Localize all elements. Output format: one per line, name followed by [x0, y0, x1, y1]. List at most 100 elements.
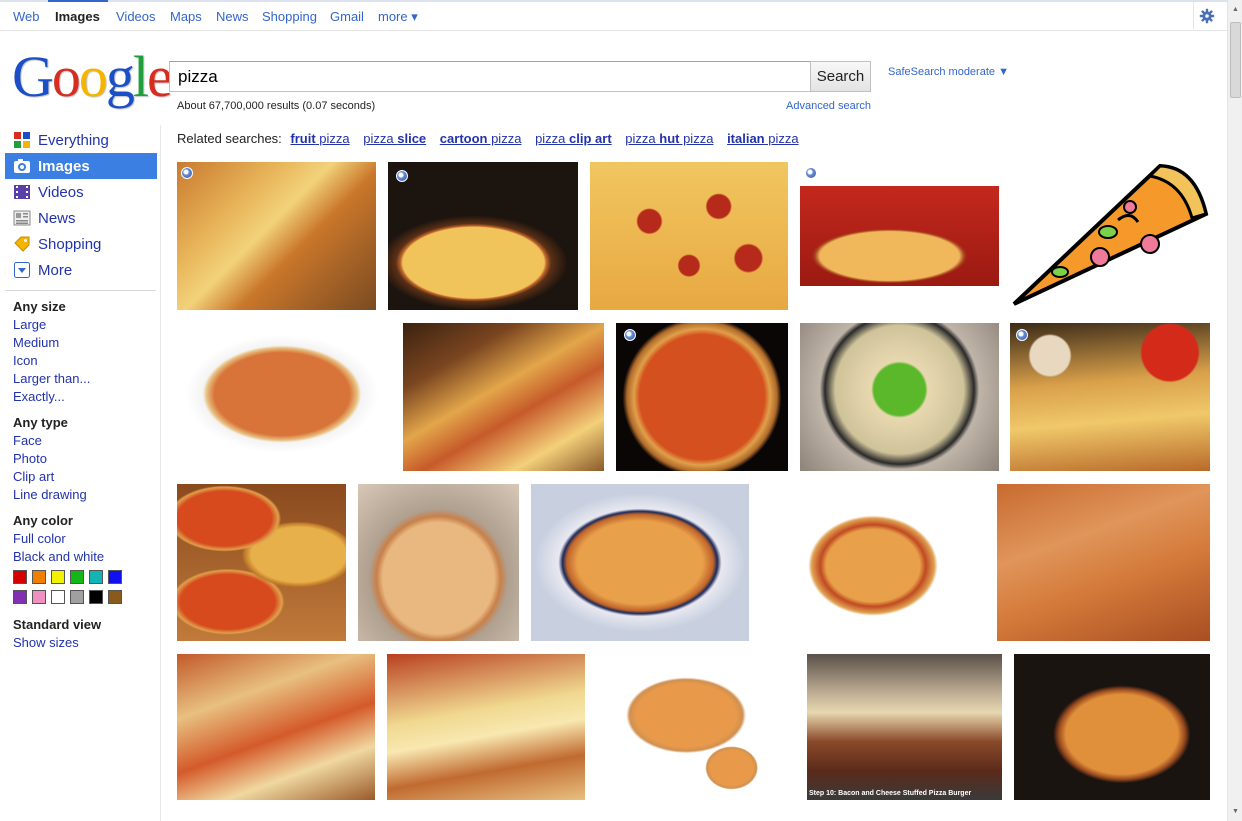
color-option-black-and-white[interactable]: Black and white: [13, 548, 153, 566]
color-swatch-red[interactable]: [13, 570, 27, 584]
color-swatch-brown[interactable]: [108, 590, 122, 604]
related-link-italian-pizza[interactable]: italian pizza: [727, 131, 799, 146]
color-swatch-purple[interactable]: [13, 590, 27, 604]
color-swatch-pink[interactable]: [32, 590, 46, 604]
sidebar-item-label: News: [38, 209, 76, 227]
pizza-image-result[interactable]: [997, 484, 1210, 641]
color-swatch-black[interactable]: [89, 590, 103, 604]
pizza-image-result[interactable]: [403, 323, 604, 471]
top-rule: [0, 0, 1227, 2]
scroll-up-arrow-icon[interactable]: ▲: [1228, 2, 1242, 17]
related-link-fruit-pizza[interactable]: fruit pizza: [290, 131, 349, 146]
pizza-image-result[interactable]: [800, 186, 999, 286]
related-link-pizza-slice[interactable]: pizza slice: [363, 131, 426, 146]
everything-icon: [13, 131, 31, 149]
topnav-web[interactable]: Web: [13, 9, 40, 24]
any-color-heading[interactable]: Any color: [13, 512, 153, 530]
pizza-image-result[interactable]: [616, 323, 788, 471]
show-sizes-link[interactable]: Show sizes: [13, 634, 153, 652]
color-option-full-color[interactable]: Full color: [13, 530, 153, 548]
sidebar-divider: [160, 125, 161, 821]
type-option-clip-art[interactable]: Clip art: [13, 468, 153, 486]
sidebar-item-label: Everything: [38, 131, 109, 149]
any-size-heading[interactable]: Any size: [13, 298, 153, 316]
pizza-image-result[interactable]: [590, 162, 788, 310]
result-stats: About 67,700,000 results (0.07 seconds): [177, 100, 376, 112]
related-link-pizza-clip-art[interactable]: pizza clip art: [535, 131, 612, 146]
sidebar-item-everything[interactable]: Everything: [5, 127, 157, 153]
similar-images-icon[interactable]: [1016, 329, 1028, 341]
type-option-photo[interactable]: Photo: [13, 450, 153, 468]
color-swatch-white[interactable]: [51, 590, 65, 604]
camera-icon: [13, 157, 31, 175]
pizza-image-result[interactable]: [358, 484, 519, 641]
color-swatch-blue[interactable]: [108, 570, 122, 584]
gear-icon[interactable]: [1193, 2, 1220, 29]
related-link-cartoon-pizza[interactable]: cartoon pizza: [440, 131, 522, 146]
pizza-image-result[interactable]: [177, 654, 375, 800]
scroll-down-arrow-icon[interactable]: ▼: [1228, 804, 1242, 819]
any-type-heading[interactable]: Any type: [13, 414, 153, 432]
topnav-videos[interactable]: Videos: [116, 9, 156, 24]
left-navigation: Everything Images Videos News Shopping M…: [5, 127, 157, 283]
topnav-shopping[interactable]: Shopping: [262, 9, 317, 24]
size-option-medium[interactable]: Medium: [13, 334, 153, 352]
sidebar-item-label: More: [38, 261, 73, 279]
similar-images-icon[interactable]: [624, 329, 636, 341]
vertical-scrollbar[interactable]: ▲ ▼: [1227, 0, 1242, 821]
color-swatch-orange[interactable]: [32, 570, 46, 584]
search-button[interactable]: Search: [810, 61, 871, 92]
topnav-images[interactable]: Images: [55, 9, 100, 24]
similar-images-icon[interactable]: [396, 170, 408, 182]
google-logo[interactable]: Google: [12, 47, 173, 107]
pizza-image-result[interactable]: [761, 484, 985, 641]
pizza-image-result[interactable]: [597, 654, 795, 800]
color-swatch-green[interactable]: [70, 570, 84, 584]
sidebar-item-news[interactable]: News: [5, 205, 157, 231]
topnav-gmail[interactable]: Gmail: [330, 9, 364, 24]
pizza-image-result[interactable]: [531, 484, 749, 641]
chevron-down-icon: [13, 261, 31, 279]
topnav-news[interactable]: News: [216, 9, 249, 24]
color-swatch-gray[interactable]: [70, 590, 84, 604]
pizza-image-result[interactable]: [388, 162, 578, 310]
similar-images-icon[interactable]: [181, 167, 193, 179]
search-input[interactable]: [169, 61, 811, 92]
nav-divider: [5, 290, 156, 291]
scrollbar-thumb[interactable]: [1230, 22, 1241, 98]
safesearch-dropdown[interactable]: SafeSearch moderate ▼: [888, 66, 1009, 78]
type-option-line-drawing[interactable]: Line drawing: [13, 486, 153, 504]
pizza-image-result[interactable]: Step 10: Bacon and Cheese Stuffed Pizza …: [807, 654, 1002, 800]
color-swatch-teal[interactable]: [89, 570, 103, 584]
size-option-exactly[interactable]: Exactly...: [13, 388, 153, 406]
active-tab-indicator: [48, 0, 108, 2]
topnav-more[interactable]: more ▾: [378, 9, 418, 25]
sidebar-item-more[interactable]: More: [5, 257, 157, 283]
type-option-face[interactable]: Face: [13, 432, 153, 450]
newspaper-icon: [13, 209, 31, 227]
pizza-image-result[interactable]: [1010, 323, 1210, 471]
related-searches-label: Related searches:: [177, 131, 282, 146]
pizza-image-result[interactable]: [177, 162, 376, 310]
size-option-larger-than[interactable]: Larger than...: [13, 370, 153, 388]
pizza-image-result[interactable]: [1014, 654, 1210, 800]
sidebar-item-images[interactable]: Images: [5, 153, 157, 179]
color-swatch-yellow[interactable]: [51, 570, 65, 584]
size-option-icon[interactable]: Icon: [13, 352, 153, 370]
pizza-image-result[interactable]: [177, 484, 346, 641]
cartoon-pizza-image-result[interactable]: [1010, 162, 1210, 310]
size-option-large[interactable]: Large: [13, 316, 153, 334]
sidebar-item-videos[interactable]: Videos: [5, 179, 157, 205]
pizza-image-result[interactable]: [387, 654, 585, 800]
pizza-image-result[interactable]: [800, 323, 999, 471]
topnav-maps[interactable]: Maps: [170, 9, 202, 24]
image-caption: Step 10: Bacon and Cheese Stuffed Pizza …: [809, 790, 972, 797]
similar-images-icon[interactable]: [805, 167, 817, 179]
sidebar-item-shopping[interactable]: Shopping: [5, 231, 157, 257]
pizza-image-result[interactable]: [177, 323, 387, 471]
advanced-search-link[interactable]: Advanced search: [786, 100, 871, 112]
top-navigation-bar: Web Images Videos Maps News Shopping Gma…: [0, 0, 1227, 31]
standard-view-heading[interactable]: Standard view: [13, 616, 153, 634]
sidebar-item-label: Images: [38, 157, 90, 175]
related-link-pizza-hut-pizza[interactable]: pizza hut pizza: [625, 131, 713, 146]
